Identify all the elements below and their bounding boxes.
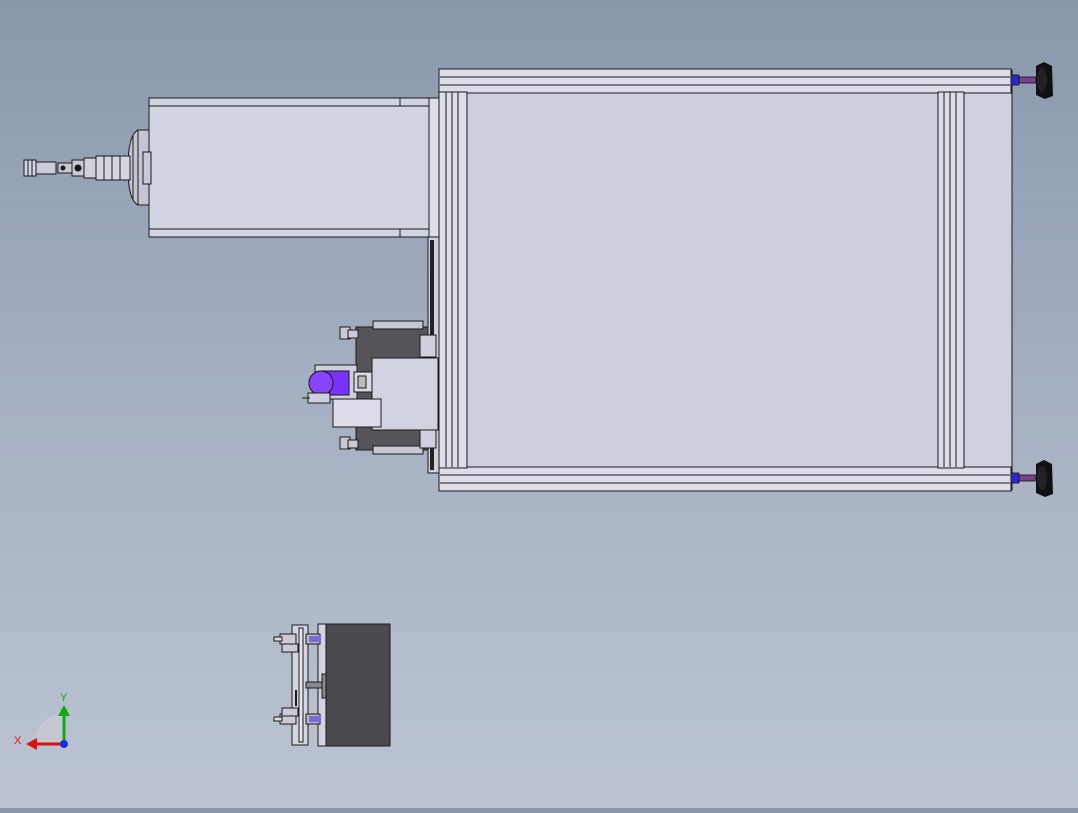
side-view-assembly <box>273 623 391 747</box>
frame-left-rail <box>438 91 468 469</box>
frame-panel <box>466 92 939 468</box>
coordinate-triad-icon[interactable]: Y X <box>14 692 70 750</box>
frame-right-rail <box>937 91 965 469</box>
leveling-foot-top <box>1010 62 1053 99</box>
frame-bottom-rail <box>438 466 1012 492</box>
axis-y-label: Y <box>60 692 68 704</box>
cad-viewport[interactable]: Y X <box>0 0 1078 808</box>
spindle-housing <box>148 97 434 238</box>
model-canvas: Y X <box>14 62 1053 750</box>
slider-block <box>332 398 382 428</box>
aluminium-frame <box>438 68 1013 492</box>
spindle-motor <box>23 129 152 206</box>
mount-plate <box>371 357 439 431</box>
side-view-dark-block <box>325 623 391 747</box>
axis-x-label: X <box>14 735 22 747</box>
frame-top-rail <box>438 68 1012 94</box>
leveling-foot-bottom <box>1010 460 1053 497</box>
carriage-assembly <box>302 320 439 455</box>
